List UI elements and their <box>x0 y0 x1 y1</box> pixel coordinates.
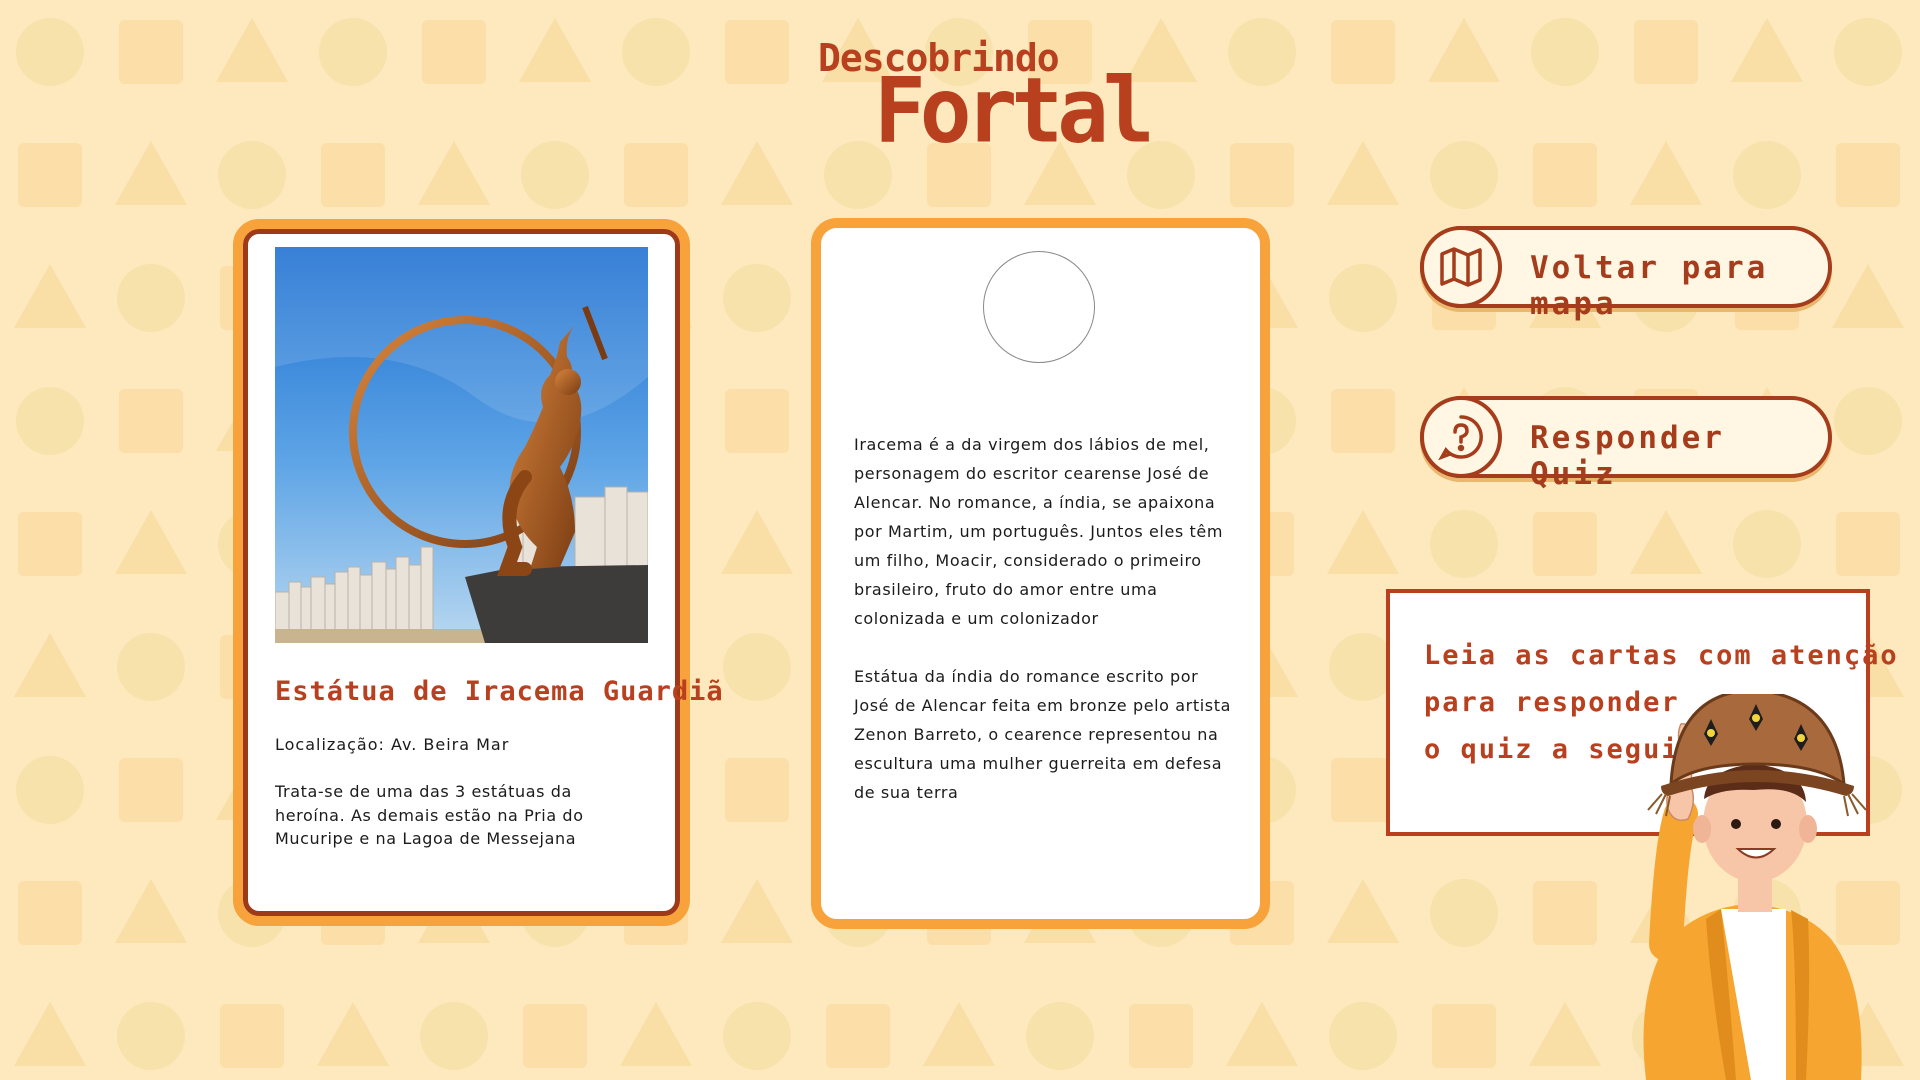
instruction-line-1: Leia as cartas com atenção <box>1424 640 1899 671</box>
background-shape <box>422 20 486 84</box>
map-icon <box>1420 226 1502 308</box>
background-shape <box>117 633 185 701</box>
info-paragraph-2: Estátua da índia do romance escrito por … <box>854 667 1231 802</box>
background-shape <box>1836 143 1900 207</box>
background-shape <box>218 141 286 209</box>
background-shape <box>519 18 591 82</box>
background-shape <box>1331 389 1395 453</box>
background-shape <box>1026 1002 1094 1070</box>
background-shape <box>1533 143 1597 207</box>
background-shape <box>117 1002 185 1070</box>
background-shape <box>115 510 187 574</box>
background-shape <box>18 881 82 945</box>
background-shape <box>721 510 793 574</box>
background-shape <box>1430 879 1498 947</box>
app-logo: Descobrindo Fortal <box>818 36 1155 166</box>
info-card-image-placeholder <box>983 251 1095 363</box>
background-shape <box>1834 18 1902 86</box>
background-shape <box>1430 510 1498 578</box>
background-shape <box>1228 18 1296 86</box>
attraction-location: Localização: Av. Beira Mar <box>275 735 510 754</box>
attraction-title: Estátua de Iracema Guardiã <box>275 676 724 707</box>
background-shape <box>119 389 183 453</box>
info-paragraph-1: Iracema é a da virgem dos lábios de mel,… <box>854 435 1224 628</box>
background-shape <box>418 141 490 205</box>
background-shape <box>826 1004 890 1068</box>
background-shape <box>1327 141 1399 205</box>
background-shape <box>1836 512 1900 576</box>
background-shape <box>16 756 84 824</box>
background-shape <box>1327 510 1399 574</box>
background-shape <box>16 18 84 86</box>
answer-quiz-button[interactable]: Responder Quiz <box>1420 396 1832 492</box>
background-shape <box>1327 879 1399 943</box>
background-shape <box>117 264 185 332</box>
background-shape <box>923 1002 995 1066</box>
background-shape <box>723 633 791 701</box>
background-shape <box>1733 141 1801 209</box>
background-shape <box>420 1002 488 1070</box>
background-shape <box>1634 20 1698 84</box>
question-bubble-icon <box>1420 396 1502 478</box>
background-shape <box>523 1004 587 1068</box>
background-shape <box>115 141 187 205</box>
background-shape <box>1832 264 1904 328</box>
background-shape <box>1733 510 1801 578</box>
background-shape <box>119 758 183 822</box>
background-shape <box>220 1004 284 1068</box>
background-shape <box>115 879 187 943</box>
background-shape <box>1630 510 1702 574</box>
background-shape <box>1834 387 1902 455</box>
background-shape <box>216 18 288 82</box>
background-shape <box>1331 20 1395 84</box>
attraction-description: Trata-se de uma das 3 estátuas da heroín… <box>275 782 584 848</box>
background-shape <box>721 879 793 943</box>
background-shape <box>624 143 688 207</box>
background-shape <box>725 20 789 84</box>
back-to-map-button[interactable]: Voltar para mapa <box>1420 226 1832 322</box>
background-shape <box>14 1002 86 1066</box>
background-shape <box>1533 881 1597 945</box>
background-shape <box>319 18 387 86</box>
background-shape <box>1430 141 1498 209</box>
back-to-map-label: Voltar para mapa <box>1530 250 1769 322</box>
background-shape <box>14 264 86 328</box>
answer-quiz-label: Responder Quiz <box>1530 420 1725 492</box>
background-shape <box>1432 1004 1496 1068</box>
background-shape <box>521 141 589 209</box>
background-shape <box>321 143 385 207</box>
background-shape <box>1531 18 1599 86</box>
background-shape <box>1329 264 1397 332</box>
background-shape <box>1428 18 1500 82</box>
background-shape <box>723 264 791 332</box>
background-shape <box>1533 512 1597 576</box>
background-shape <box>725 758 789 822</box>
background-shape <box>622 18 690 86</box>
background-shape <box>725 389 789 453</box>
statue-photo <box>275 247 648 643</box>
background-shape <box>1630 141 1702 205</box>
background-shape <box>1230 143 1294 207</box>
background-shape <box>721 141 793 205</box>
background-shape <box>16 387 84 455</box>
background-shape <box>18 143 82 207</box>
guide-character <box>1643 694 1867 1080</box>
background-shape <box>1731 18 1803 82</box>
background-shape <box>1129 1004 1193 1068</box>
background-shape <box>14 633 86 697</box>
background-shape <box>119 20 183 84</box>
logo-line-2: Fortal <box>874 58 1155 164</box>
background-shape <box>620 1002 692 1066</box>
background-shape <box>1226 1002 1298 1066</box>
background-shape <box>1529 1002 1601 1066</box>
background-shape <box>18 512 82 576</box>
background-shape <box>317 1002 389 1066</box>
background-shape <box>723 1002 791 1070</box>
background-shape <box>1329 1002 1397 1070</box>
